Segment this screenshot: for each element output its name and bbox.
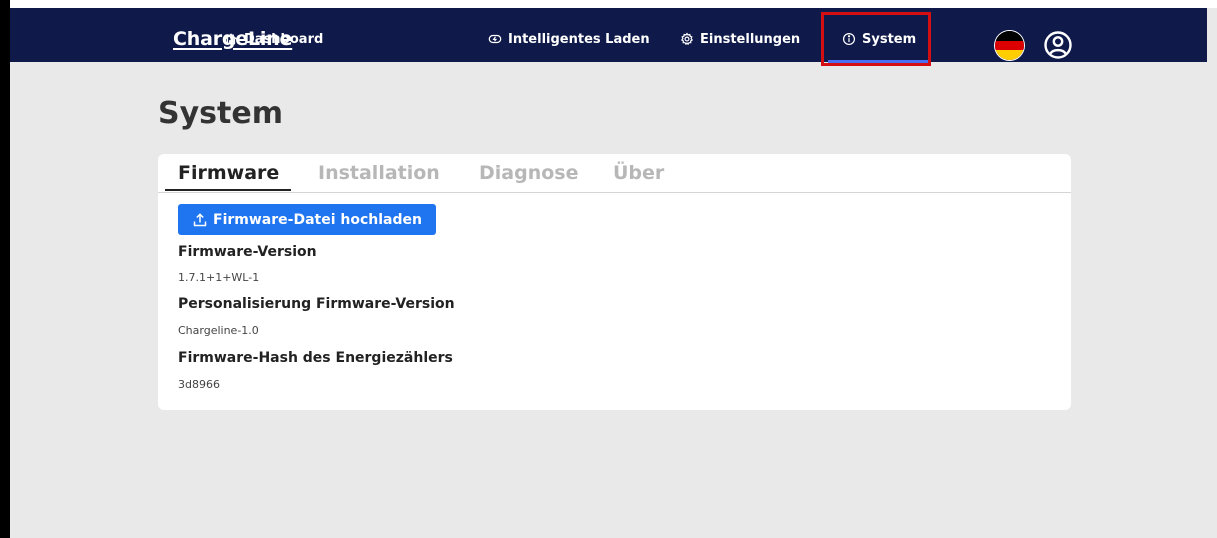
gear-icon (680, 32, 694, 46)
user-profile-icon[interactable] (1043, 30, 1073, 60)
nav-intelligentes-laden[interactable]: Intelligentes Laden (488, 29, 650, 49)
firmware-version-value: 1.7.1+1+WL-1 (178, 271, 260, 284)
window-left-edge (0, 0, 10, 538)
nav-einstellungen-label: Einstellungen (700, 31, 801, 47)
meter-hash-label: Firmware-Hash des Energiezählers (178, 350, 453, 366)
smart-charging-icon (488, 34, 502, 44)
tab-firmware[interactable]: Firmware (178, 162, 279, 184)
personalization-version-value: Chargeline-1.0 (178, 324, 259, 337)
nav-dashboard[interactable]: Dashboard (224, 29, 323, 49)
meter-hash-value: 3d8966 (178, 378, 220, 391)
upload-firmware-label: Firmware-Datei hochladen (213, 211, 422, 228)
top-navbar: ChargeLine Dashboard Intelligentes Laden… (10, 8, 1207, 63)
upload-firmware-button[interactable]: Firmware-Datei hochladen (178, 204, 436, 235)
germany-flag-icon[interactable] (995, 31, 1024, 60)
firmware-version-label: Firmware-Version (178, 244, 317, 260)
nav-intelligentes-laden-label: Intelligentes Laden (508, 31, 650, 47)
personalization-version-label: Personalisierung Firmware-Version (178, 296, 455, 312)
highlight-box (821, 12, 931, 66)
tab-ueber[interactable]: Über (613, 162, 664, 184)
tab-bar: Firmware Installation Diagnose Über (158, 154, 1071, 193)
upload-icon (193, 212, 207, 226)
tab-installation[interactable]: Installation (318, 162, 440, 184)
nav-einstellungen[interactable]: Einstellungen (680, 29, 800, 49)
page-title: System (158, 96, 283, 131)
home-icon (225, 33, 237, 45)
active-tab-underline (165, 189, 291, 191)
window-top-edge (0, 0, 1217, 8)
tab-diagnose[interactable]: Diagnose (479, 162, 578, 184)
nav-dashboard-label: Dashboard (244, 31, 324, 47)
firmware-card: Firmware Installation Diagnose Über Firm… (158, 154, 1071, 410)
